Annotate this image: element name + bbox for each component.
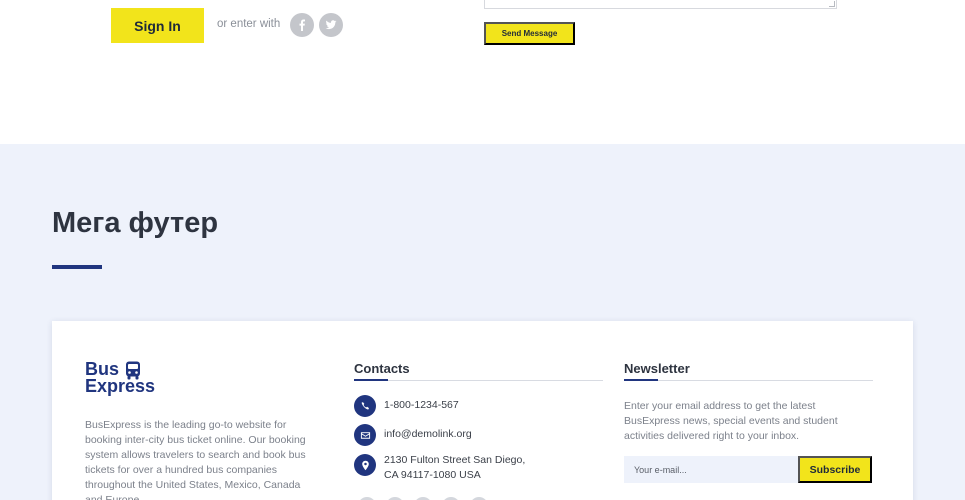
twitter-icon[interactable]: [319, 13, 343, 37]
contact-email[interactable]: info@demolink.org: [354, 424, 472, 446]
resize-grip-icon[interactable]: [829, 1, 835, 7]
section-heading: Мега футер: [52, 207, 219, 239]
sign-in-button[interactable]: Sign In: [111, 8, 204, 43]
phone-number: 1-800-1234-567: [384, 399, 459, 411]
postal-address: 2130 Fulton Street San Diego, CA 94117-1…: [384, 453, 525, 483]
about-text: BusExpress is the leading go-to website …: [85, 419, 306, 500]
brand-logo[interactable]: Bus Express: [85, 360, 156, 396]
newsletter-title: Newsletter: [624, 361, 690, 376]
message-textarea[interactable]: [484, 0, 837, 9]
newsletter-rule: [624, 380, 873, 381]
location-pin-icon: [354, 454, 376, 476]
contacts-title: Contacts: [354, 361, 410, 376]
top-form-area: Sign In or enter with Send Message: [0, 0, 965, 144]
address-line-1: 2130 Fulton Street San Diego,: [384, 454, 526, 466]
footer-card: Bus Express BusExpress is the leading go…: [52, 321, 913, 500]
or-enter-with-label: or enter with: [217, 18, 281, 30]
phone-icon: [354, 395, 376, 417]
address-line-2: CA 94117-1080 USA: [384, 469, 481, 481]
newsletter-description: Enter your email address to get the late…: [624, 400, 838, 442]
logo-line-2: Express: [85, 376, 156, 396]
mega-footer-section: Мега футер Bus Express BusExpress is the…: [0, 144, 965, 500]
heading-underline: [52, 265, 102, 269]
newsletter-email-input[interactable]: [624, 456, 798, 483]
contacts-rule-accent: [354, 379, 388, 381]
send-message-button[interactable]: Send Message: [484, 22, 575, 45]
subscribe-button[interactable]: Subscribe: [798, 456, 872, 483]
mail-icon: [354, 424, 376, 446]
email-address: info@demolink.org: [384, 428, 472, 440]
bus-icon: [126, 361, 140, 380]
newsletter-rule-accent: [624, 379, 658, 381]
contacts-rule: [354, 380, 603, 381]
contact-address[interactable]: 2130 Fulton Street San Diego, CA 94117-1…: [354, 454, 525, 483]
contact-phone[interactable]: 1-800-1234-567: [354, 395, 459, 417]
facebook-icon[interactable]: [290, 13, 314, 37]
